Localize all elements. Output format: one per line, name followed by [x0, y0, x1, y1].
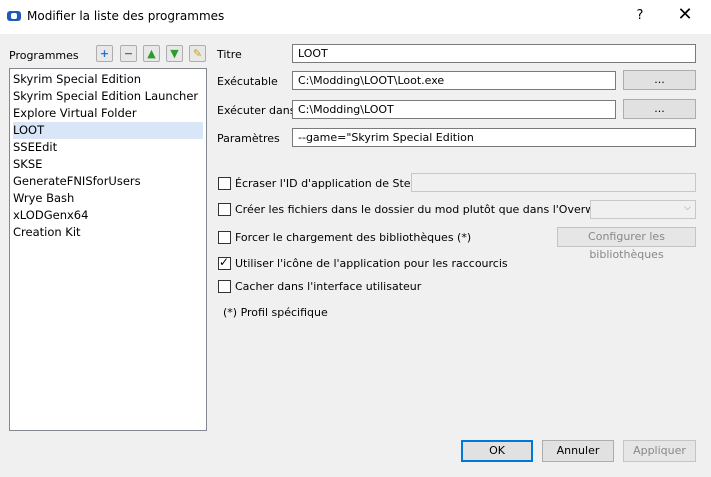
list-item[interactable]: Explore Virtual Folder	[13, 105, 203, 122]
programs-label: Programmes	[9, 49, 79, 62]
title-input[interactable]: LOOT	[292, 44, 696, 63]
add-program-button[interactable]: +	[96, 45, 113, 62]
use-icon-label: Utiliser l'icône de l'application pour l…	[235, 257, 508, 270]
programs-listbox[interactable]: Skyrim Special Edition Skyrim Special Ed…	[9, 68, 207, 431]
window-title: Modifier la liste des programmes	[27, 9, 225, 23]
steam-id-input	[411, 173, 696, 192]
list-item[interactable]: Skyrim Special Edition Launcher	[13, 88, 203, 105]
list-item[interactable]: GenerateFNISforUsers	[13, 173, 203, 190]
run-in-label: Exécuter dans	[217, 104, 296, 117]
app-icon	[7, 11, 21, 21]
ok-button[interactable]: OK	[461, 440, 533, 462]
title-bar: Modifier la liste des programmes ? ✕	[0, 0, 711, 34]
list-item[interactable]: Wrye Bash	[13, 190, 203, 207]
create-files-label: Créer les fichiers dans le dossier du mo…	[235, 203, 631, 216]
apply-button[interactable]: Appliquer	[623, 440, 696, 462]
use-icon-checkbox[interactable]	[218, 255, 231, 270]
force-libs-label: Forcer le chargement des bibliothèques (…	[235, 231, 472, 244]
create-files-checkbox[interactable]	[218, 203, 231, 216]
parameters-label: Paramètres	[217, 132, 280, 145]
run-in-input[interactable]: C:\Modding\LOOT	[292, 100, 616, 119]
help-button[interactable]: ?	[628, 4, 652, 28]
browse-directory-button[interactable]: ...	[623, 99, 696, 119]
title-label: Titre	[217, 48, 242, 61]
executable-label: Exécutable	[217, 75, 278, 88]
list-item[interactable]: xLODGenx64	[13, 207, 203, 224]
move-down-button[interactable]: ▼	[166, 45, 183, 62]
list-item-selected[interactable]: LOOT	[13, 122, 203, 139]
steam-id-checkbox[interactable]	[218, 177, 231, 190]
hide-ui-label: Cacher dans l'interface utilisateur	[235, 280, 422, 293]
cancel-button[interactable]: Annuler	[542, 440, 614, 462]
force-libs-checkbox[interactable]	[218, 231, 231, 244]
parameters-input[interactable]: --game="Skyrim Special Edition	[292, 128, 696, 147]
configure-libs-button[interactable]: Configurer les bibliothèques	[557, 227, 696, 261]
chevron-down-icon: ⌵	[684, 203, 691, 213]
move-up-button[interactable]: ▲	[143, 45, 160, 62]
browse-executable-button[interactable]: ...	[623, 70, 696, 90]
profile-note: (*) Profil spécifique	[223, 306, 328, 319]
list-item[interactable]: Skyrim Special Edition	[13, 71, 203, 88]
remove-program-button[interactable]: −	[120, 45, 137, 62]
mod-select: ⌵	[590, 200, 696, 219]
hide-ui-checkbox[interactable]	[218, 280, 231, 293]
list-item[interactable]: SSEEdit	[13, 139, 203, 156]
close-button[interactable]: ✕	[670, 4, 700, 28]
list-item[interactable]: SKSE	[13, 156, 203, 173]
executable-input[interactable]: C:\Modding\LOOT\Loot.exe	[292, 71, 616, 90]
steam-id-label: Écraser l'ID d'application de Steam	[235, 177, 429, 190]
list-item[interactable]: Creation Kit	[13, 224, 203, 241]
clean-button[interactable]: ✎	[189, 45, 206, 62]
